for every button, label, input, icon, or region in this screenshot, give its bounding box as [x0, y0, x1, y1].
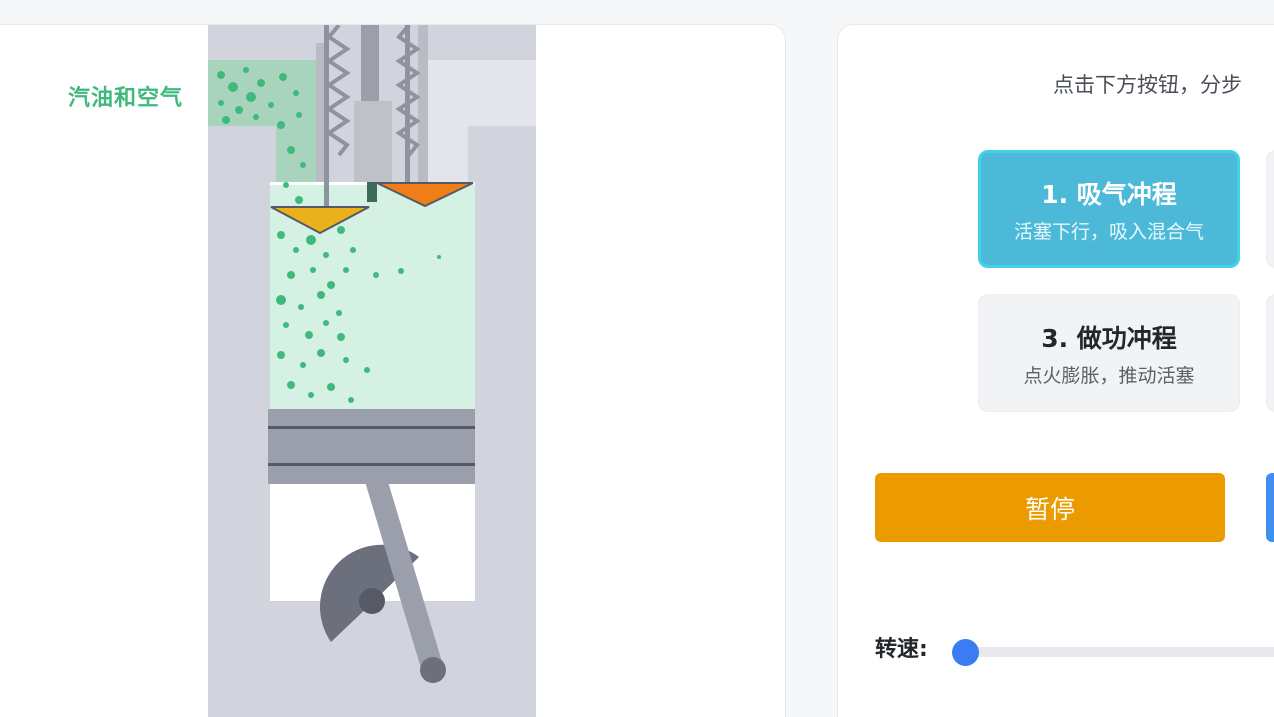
fuel-air-label: 汽油和空气: [68, 86, 184, 111]
exhaust-stroke-card[interactable]: [1266, 294, 1274, 412]
pause-button[interactable]: 暂停: [875, 473, 1225, 542]
speed-slider-track[interactable]: [953, 647, 1274, 657]
engine-diagram: [208, 25, 536, 717]
engine-panel: 汽油和空气: [0, 24, 786, 717]
rocker-block: [354, 101, 392, 183]
crank-pin: [359, 588, 385, 614]
control-panel: 点击下方按钮，分步 1. 吸气冲程 活塞下行，吸入混合气 3. 做功冲程 点火膨…: [837, 24, 1274, 717]
stroke-description: 点火膨胀，推动活塞: [1023, 365, 1195, 387]
stroke-title: 1. 吸气冲程: [1041, 180, 1177, 209]
speed-slider-thumb[interactable]: [952, 639, 979, 666]
intake-stroke-card[interactable]: 1. 吸气冲程 活塞下行，吸入混合气: [978, 150, 1240, 268]
speed-label: 转速:: [875, 637, 928, 662]
stroke-description: 活塞下行，吸入混合气: [1013, 221, 1204, 243]
compression-stroke-card[interactable]: [1266, 150, 1274, 268]
power-stroke-card[interactable]: 3. 做功冲程 点火膨胀，推动活塞: [978, 294, 1240, 412]
next-step-button[interactable]: [1266, 473, 1274, 542]
instruction-text: 点击下方按钮，分步: [1053, 73, 1242, 97]
page: 汽油和空气 点击下方按钮，分步 1. 吸气冲程 活塞下行，吸入混合气 3. 做功…: [0, 0, 1274, 717]
stroke-title: 3. 做功冲程: [1041, 324, 1177, 353]
